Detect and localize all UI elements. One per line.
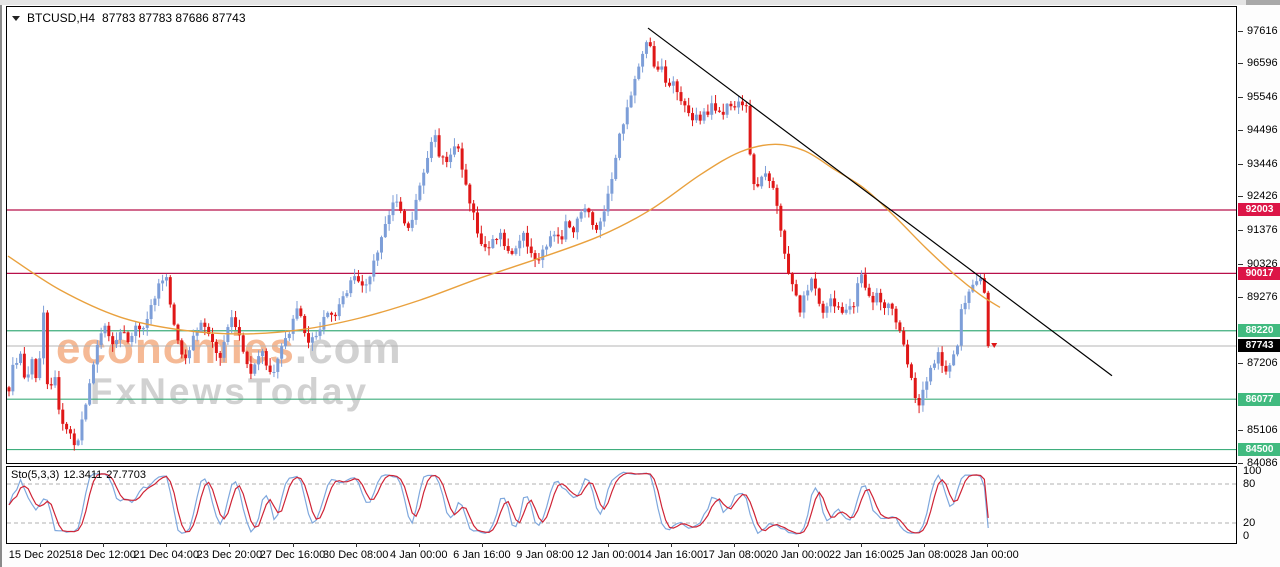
stochastic-pane[interactable] [6, 466, 1237, 544]
price-level-chip: 92003 [1238, 203, 1280, 216]
time-axis-tick [293, 543, 294, 547]
price-axis-label: 85106 [1247, 424, 1278, 436]
indicator-title: Sto(5,3,3) 12.3411 27.7703 [11, 469, 150, 481]
chart-h-scrollbar[interactable] [0, 0, 1280, 5]
indicator-k-value: 12.3411 [63, 469, 102, 481]
time-axis-label: 12 Jan 00:00 [576, 549, 640, 561]
price-axis-tick [1238, 97, 1243, 98]
price-pane[interactable]: economies.com FxNewsToday [6, 6, 1237, 464]
watermark-brand: economies [56, 324, 295, 373]
price-axis-tick [1238, 196, 1243, 197]
sto-axis-label: 20 [1243, 517, 1255, 529]
price-axis-tick [1238, 31, 1243, 32]
price-axis-tick [1238, 230, 1243, 231]
time-axis-tick [798, 543, 799, 547]
indicator-d-value: 27.7703 [106, 469, 146, 481]
time-axis-tick [861, 543, 862, 547]
chart-title: BTCUSD,H4 87783 87783 87686 87743 [12, 11, 246, 25]
time-axis-tick [103, 543, 104, 547]
price-level-chip: 88220 [1238, 324, 1280, 337]
price-level-chip: 84500 [1238, 443, 1280, 456]
price-axis-label: 87206 [1247, 357, 1278, 369]
price-axis-label: 97616 [1247, 25, 1278, 37]
time-axis-tick [166, 543, 167, 547]
price-axis-tick [1238, 63, 1243, 64]
watermark: economies.com FxNewsToday [56, 327, 402, 410]
sto-axis-label: 100 [1243, 465, 1261, 477]
time-axis-label: 27 Dec 16:00 [260, 549, 325, 561]
time-axis-label: 20 Jan 00:00 [766, 549, 830, 561]
time-axis-label: 25 Jan 08:00 [892, 549, 956, 561]
time-axis-tick [419, 543, 420, 547]
scrollbar-thumb[interactable] [1246, 0, 1280, 5]
time-axis-tick [924, 543, 925, 547]
time-axis-label: 23 Dec 20:00 [197, 549, 262, 561]
sto-axis-label: 0 [1243, 530, 1249, 542]
price-axis-label: 96596 [1247, 57, 1278, 69]
time-axis-label: 17 Jan 08:00 [703, 549, 767, 561]
price-axis-label: 89276 [1247, 291, 1278, 303]
time-axis-tick [734, 543, 735, 547]
watermark-brand-suffix: .com [295, 324, 402, 373]
current-price-chip: 87743 [1238, 339, 1280, 352]
price-axis-tick [1238, 164, 1243, 165]
symbol-dropdown-icon[interactable] [12, 16, 20, 21]
price-axis-tick [1238, 463, 1243, 464]
time-axis-tick [40, 543, 41, 547]
quote-values: 87783 87783 87686 87743 [102, 11, 245, 25]
time-axis-label: 4 Jan 00:00 [390, 549, 448, 561]
time-axis-label: 21 Dec 04:00 [134, 549, 199, 561]
time-axis-label: 15 Dec 2025 [9, 549, 71, 561]
time-axis-label: 14 Jan 16:00 [639, 549, 703, 561]
price-axis-tick [1238, 430, 1243, 431]
time-axis-label: 18 Dec 12:00 [70, 549, 135, 561]
price-level-chip: 86077 [1238, 393, 1280, 406]
time-axis-tick [545, 543, 546, 547]
time-axis-tick [229, 543, 230, 547]
time-axis-tick [482, 543, 483, 547]
price-axis-label: 92426 [1247, 190, 1278, 202]
indicator-name: Sto(5,3,3) [11, 469, 59, 481]
time-axis-tick [671, 543, 672, 547]
time-axis-tick [356, 543, 357, 547]
watermark-subbrand: FxNewsToday [90, 373, 402, 410]
price-axis-label: 94496 [1247, 124, 1278, 136]
price-axis-label: 91376 [1247, 224, 1278, 236]
time-axis-label: 30 Dec 08:00 [323, 549, 388, 561]
time-axis-label: 9 Jan 08:00 [516, 549, 574, 561]
symbol-label: BTCUSD,H4 [27, 11, 95, 25]
price-level-chip: 90017 [1238, 267, 1280, 280]
sto-axis-label: 80 [1243, 478, 1255, 490]
price-axis-label: 93446 [1247, 158, 1278, 170]
price-axis-label: 95546 [1247, 91, 1278, 103]
window-left-frame [0, 0, 2, 567]
price-axis-tick [1238, 297, 1243, 298]
time-axis-tick [608, 543, 609, 547]
price-axis-tick [1238, 363, 1243, 364]
time-axis-label: 28 Jan 00:00 [955, 549, 1019, 561]
time-axis-tick [987, 543, 988, 547]
time-axis-label: 22 Jan 16:00 [829, 549, 893, 561]
time-axis-label: 6 Jan 16:00 [453, 549, 511, 561]
price-axis-tick [1238, 130, 1243, 131]
price-axis-tick [1238, 264, 1243, 265]
